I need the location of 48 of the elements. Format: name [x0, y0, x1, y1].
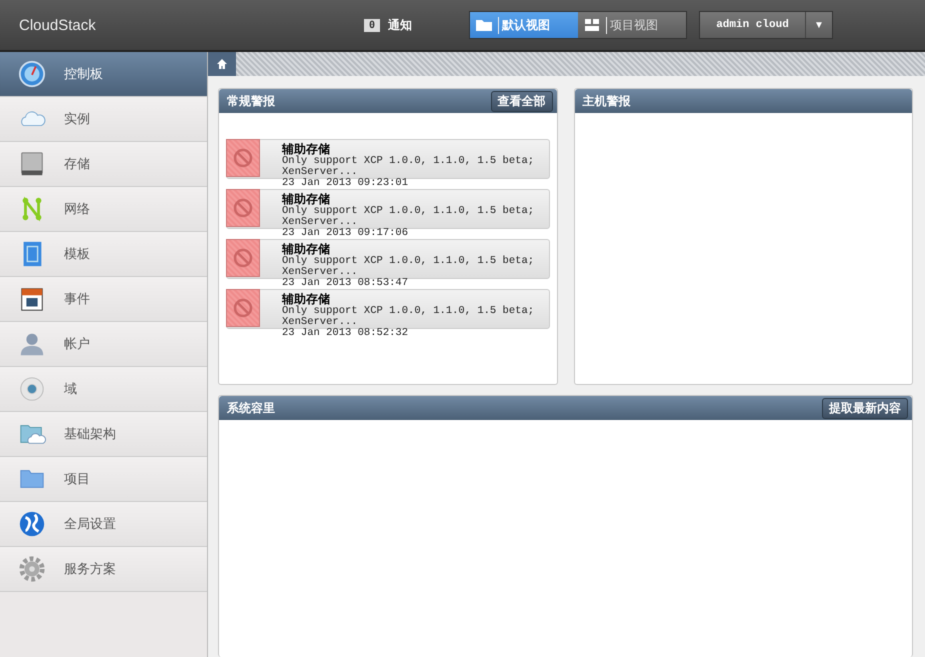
home-icon	[217, 59, 227, 69]
alert-time: 23 Jan 2013 09:17:06	[282, 228, 410, 239]
panel-title: 系统容里	[227, 400, 275, 416]
blocked-icon	[226, 139, 260, 177]
alert-title: 辅助存储	[282, 193, 331, 206]
folder-icon	[476, 19, 492, 31]
blocked-icon	[226, 289, 260, 327]
sidebar-item[interactable]: 域	[0, 367, 207, 412]
alert-time: 23 Jan 2013 08:52:32	[282, 328, 410, 339]
notification-count[interactable]: 0	[364, 18, 380, 32]
sidebar-item[interactable]: 存储	[0, 142, 207, 187]
refresh-button[interactable]: 提取最新内容	[822, 398, 908, 418]
view-all-button[interactable]: 查看全部	[490, 90, 552, 112]
sidebar-item[interactable]: 实例	[0, 97, 207, 142]
blocked-icon	[226, 189, 260, 227]
sidebar-item[interactable]: 网络	[0, 187, 207, 232]
gauge-icon	[18, 60, 46, 88]
alert-message: Only support XCP 1.0.0, 1.1.0, 1.5 beta; XenServer...	[282, 206, 536, 228]
alert-message: Only support XCP 1.0.0, 1.1.0, 1.5 beta; XenServer...	[282, 306, 536, 328]
sidebar-item[interactable]: 服务方案	[0, 547, 207, 592]
sidebar-item[interactable]: 模板	[0, 232, 207, 277]
view-toggle[interactable]: 默认视图	[470, 12, 578, 38]
alert-title: 辅助存储	[282, 243, 331, 256]
sidebar-item[interactable]: 基础架构	[0, 412, 207, 457]
sidebar-item[interactable]: 帐户	[0, 322, 207, 367]
app-logo: CloudStack	[19, 16, 97, 34]
sidebar-item[interactable]: 全局设置	[0, 502, 207, 547]
alert-title: 辅助存储	[282, 143, 331, 156]
grid-icon	[584, 19, 600, 31]
alert-message: Only support XCP 1.0.0, 1.1.0, 1.5 beta; XenServer...	[282, 256, 536, 278]
home-button[interactable]	[208, 52, 236, 76]
user-dropdown-button[interactable]: ▼	[806, 12, 832, 38]
settings-icon	[18, 555, 46, 583]
alert-title: 辅助存储	[282, 293, 331, 306]
view-toggle[interactable]: 项目视图	[578, 12, 686, 38]
disc-icon	[18, 375, 46, 403]
sidebar-item[interactable]: 事件	[0, 277, 207, 322]
notification-label[interactable]: 通知	[388, 16, 412, 34]
globe-icon	[18, 510, 46, 538]
user-menu-button[interactable]: admin cloud	[700, 12, 806, 38]
alert-time: 23 Jan 2013 09:23:01	[282, 178, 410, 189]
sidebar-item[interactable]: 控制板	[0, 52, 207, 97]
alert-time: 23 Jan 2013 08:53:47	[282, 278, 410, 289]
blocked-icon	[226, 239, 260, 277]
alert-message: Only support XCP 1.0.0, 1.1.0, 1.5 beta; XenServer...	[282, 156, 536, 178]
panel-title: 常规警报	[227, 92, 275, 110]
sidebar-item[interactable]: 项目	[0, 457, 207, 502]
panel-title: 主机警报	[582, 92, 630, 110]
